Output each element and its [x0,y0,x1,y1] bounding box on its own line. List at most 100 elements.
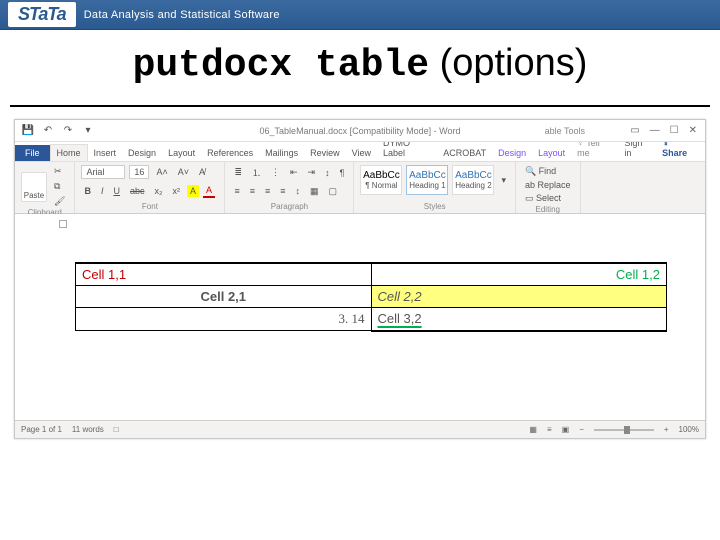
shading-icon[interactable]: ▦ [307,185,322,198]
read-mode-icon[interactable]: ▦ [529,425,537,434]
clear-format-icon[interactable]: A̸ [196,166,208,178]
document-area[interactable]: Cell 1,1 Cell 1,2 Cell 2,1 Cell 2,2 3. 1… [15,214,705,420]
borders-icon[interactable]: ▢ [326,185,341,198]
cell-1-1[interactable]: Cell 1,1 [76,263,372,286]
tab-file[interactable]: File [15,145,50,161]
find-button[interactable]: 🔍 Find [522,165,574,178]
table-row[interactable]: 3. 14 Cell 3,2 [76,308,667,331]
context-tab-label: able Tools [545,126,585,136]
style-heading1[interactable]: AaBbCc Heading 1 [406,165,448,195]
zoom-out-button[interactable]: − [579,425,584,434]
select-button[interactable]: ▭ Select [522,192,574,205]
strike-button[interactable]: abc [127,185,148,197]
redo-icon[interactable]: ↷ [61,124,75,138]
style-normal[interactable]: AaBbCc ¶ Normal [360,165,402,195]
underline-button[interactable]: U [110,185,123,197]
language-indicator[interactable]: □ [114,425,119,434]
show-marks-icon[interactable]: ¶ [337,167,348,179]
group-styles: AaBbCc ¶ Normal AaBbCc Heading 1 AaBbCc … [354,162,516,213]
page: Cell 1,1 Cell 1,2 Cell 2,1 Cell 2,2 3. 1… [75,262,667,332]
cut-icon[interactable]: ✂ [51,165,68,178]
subscript-button[interactable]: x₂ [151,185,165,197]
tab-design[interactable]: Design [122,145,162,161]
stata-banner: STaTa Data Analysis and Statistical Soft… [0,0,720,30]
ruler-marker-icon [59,220,67,228]
cell-3-1[interactable]: 3. 14 [76,308,372,331]
status-bar: Page 1 of 1 11 words □ ▦ ≡ ▣ − + 100% [15,420,705,438]
bold-button[interactable]: B [81,185,94,197]
group-editing: 🔍 Find ab Replace ▭ Select Editing [516,162,581,213]
slide-title: putdocx table (options) [10,30,710,107]
group-label-paragraph: Paragraph [231,202,347,211]
font-size-input[interactable]: 16 [129,165,149,179]
italic-button[interactable]: I [98,185,107,197]
zoom-level[interactable]: 100% [679,425,699,434]
web-layout-icon[interactable]: ▣ [562,425,570,434]
word-count[interactable]: 11 words [72,425,104,434]
grow-font-icon[interactable]: A˄ [153,166,170,178]
slide-title-command: putdocx table [133,44,429,87]
ribbon-options-icon[interactable]: ▭ [630,125,639,136]
group-label-styles: Styles [360,202,509,211]
cell-2-1[interactable]: Cell 2,1 [76,286,372,308]
font-color-button[interactable]: A [203,184,215,198]
highlight-button[interactable]: A [187,185,199,197]
cell-1-2[interactable]: Cell 1,2 [371,263,667,286]
shrink-font-icon[interactable]: A˅ [175,166,192,178]
word-titlebar: 💾 ↶ ↷ ▾ 06_TableManual.docx [Compatibili… [15,120,705,142]
table-row[interactable]: Cell 1,1 Cell 1,2 [76,263,667,286]
style-heading2[interactable]: AaBbCc Heading 2 [452,165,494,195]
align-right-icon[interactable]: ≡ [262,185,273,197]
cell-2-2[interactable]: Cell 2,2 [371,286,667,308]
sort-icon[interactable]: ↕ [322,167,333,179]
bullets-icon[interactable]: ≣ [231,166,245,179]
quick-access-toolbar: 💾 ↶ ↷ ▾ [15,124,101,138]
styles-more-icon[interactable]: ▾ [498,174,509,187]
numbering-icon[interactable]: ⒈ [249,165,264,180]
cell-3-2[interactable]: Cell 3,2 [371,308,667,331]
tab-layout[interactable]: Layout [162,145,201,161]
save-icon[interactable]: 💾 [21,124,35,138]
group-font: Arial 16 A˄ A˅ A̸ B I U abc x₂ x² A A Fo… [75,162,225,213]
paste-button[interactable]: Paste [21,172,47,202]
format-painter-icon[interactable]: 🖌 [51,195,68,208]
tab-table-layout[interactable]: Layout [532,145,571,161]
undo-icon[interactable]: ↶ [41,124,55,138]
zoom-slider[interactable] [594,429,654,431]
justify-icon[interactable]: ≡ [277,185,288,197]
zoom-in-button[interactable]: + [664,425,669,434]
table-row[interactable]: Cell 2,1 Cell 2,2 [76,286,667,308]
qat-more-icon[interactable]: ▾ [81,124,95,138]
group-label-font: Font [81,202,218,211]
tab-acrobat[interactable]: ACROBAT [437,145,492,161]
align-center-icon[interactable]: ≡ [247,185,258,197]
tab-table-design[interactable]: Design [492,145,532,161]
ribbon: Paste ✂ ⧉ 🖌 Clipboard Arial 16 A˄ A˅ A̸ … [15,162,705,214]
close-icon[interactable]: ✕ [689,125,697,136]
align-left-icon[interactable]: ≡ [231,185,242,197]
tab-review[interactable]: Review [304,145,346,161]
multilevel-icon[interactable]: ⋮ [268,166,283,179]
indent-right-icon[interactable]: ⇥ [305,166,319,179]
font-name-input[interactable]: Arial [81,165,125,179]
tab-view[interactable]: View [346,145,377,161]
superscript-button[interactable]: x² [169,185,183,197]
indent-left-icon[interactable]: ⇤ [287,166,301,179]
print-layout-icon[interactable]: ≡ [547,425,552,434]
tab-references[interactable]: References [201,145,259,161]
line-spacing-icon[interactable]: ↕ [293,185,304,197]
tab-home[interactable]: Home [50,144,88,161]
stata-tagline: Data Analysis and Statistical Software [84,9,280,21]
doc-table[interactable]: Cell 1,1 Cell 1,2 Cell 2,1 Cell 2,2 3. 1… [75,262,667,332]
tab-insert[interactable]: Insert [88,145,123,161]
group-clipboard: Paste ✂ ⧉ 🖌 Clipboard [15,162,75,213]
ribbon-tabs: File Home Insert Design Layout Reference… [15,142,705,162]
maximize-icon[interactable]: ☐ [670,125,679,136]
replace-button[interactable]: ab Replace [522,179,574,191]
minimize-icon[interactable]: — [650,125,660,136]
tab-mailings[interactable]: Mailings [259,145,304,161]
document-name: 06_TableManual.docx [Compatibility Mode]… [260,126,461,136]
page-indicator[interactable]: Page 1 of 1 [21,425,62,434]
copy-icon[interactable]: ⧉ [51,180,68,193]
group-paragraph: ≣ ⒈ ⋮ ⇤ ⇥ ↕ ¶ ≡ ≡ ≡ ≡ ↕ ▦ ▢ Paragraph [225,162,354,213]
